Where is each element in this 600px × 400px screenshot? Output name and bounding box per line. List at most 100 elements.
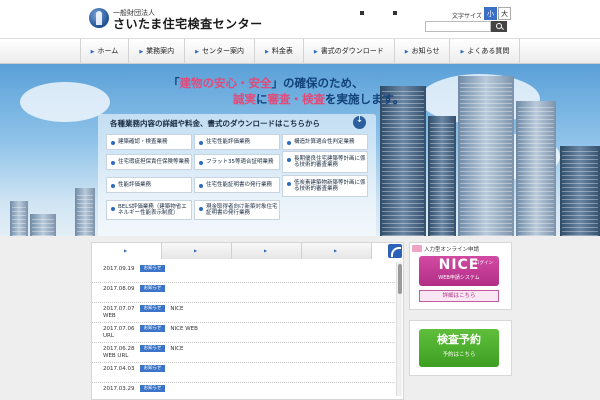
chevron-right-icon: ▶ (123, 248, 128, 253)
chevron-right-icon: ▶ (313, 49, 318, 55)
news-date: 2017.07.06 (103, 325, 135, 332)
list-item[interactable]: 2017.09.19 お知らせ (92, 263, 395, 283)
page: 一般財団法人 さいたま住宅検査センター 文字サイズ 小 大 ▶ ホーム ▶ 業務案内… (0, 0, 600, 400)
util-link-1[interactable] (360, 11, 366, 15)
nav-item-downloads[interactable]: ▶ 書式のダウンロード (304, 39, 395, 63)
nav-item-faq[interactable]: ▶ よくある質問 (450, 39, 521, 63)
tab-all[interactable]: ▶ (92, 243, 162, 259)
hero-title-line1: 「建物の安心・安全」の確保のため、 (168, 76, 364, 90)
tab-3[interactable]: ▶ (232, 243, 302, 259)
news-body: WEB URL (103, 353, 129, 359)
chevron-right-icon: ▶ (460, 49, 465, 55)
hero-banner: 「建物の安心・安全」の確保のため、 誠実に審査・検査を実施します。 各種業務内容… (0, 64, 600, 236)
inspection-reservation-button[interactable]: 検査予約 予約はこちら (419, 329, 499, 367)
chevron-right-icon: ▶ (404, 49, 409, 55)
font-size-large-button[interactable]: 大 (498, 7, 511, 20)
nav-item-home[interactable]: ▶ ホーム (79, 39, 130, 63)
building-image (75, 188, 95, 236)
news-tabs: ▶ ▶ ▶ ▶ (92, 243, 403, 259)
nav-item-services[interactable]: ▶ 業務案内 (129, 39, 186, 63)
building-image (516, 101, 556, 236)
nice-login-label: ログイン (475, 261, 493, 266)
building-image (30, 214, 56, 236)
chevron-right-icon: ▶ (265, 49, 269, 55)
pen-icon (412, 245, 422, 252)
nice-login-button[interactable]: ログイン NICE WEB申請システム (419, 256, 499, 286)
download-icon[interactable] (353, 115, 366, 129)
news-date: 2017.03.29 (103, 385, 135, 392)
font-size-label: 文字サイズ (452, 13, 482, 20)
news-badge: お知らせ (139, 345, 166, 352)
service-button-structural-calc[interactable]: 構造計算適合性判定業務 (282, 134, 368, 150)
service-button-defect-insurance[interactable]: 住宅瑕疵担保責任保険等業務 (106, 154, 192, 170)
service-button-bels[interactable]: BELS評価業務（建築物省エネルギー性能表示制度） (106, 200, 192, 220)
building-image (458, 76, 514, 236)
nice-subtitle: WEB申請システム (438, 275, 480, 281)
nav-item-about[interactable]: ▶ センター案内 (185, 39, 256, 63)
news-badge: お知らせ (139, 285, 166, 292)
org-name[interactable]: さいたま住宅検査センター (113, 15, 263, 32)
news-title[interactable]: NICE (170, 306, 183, 312)
header: 一般財団法人 さいたま住宅検査センター 文字サイズ 小 大 (0, 0, 600, 38)
news-scrollbar[interactable] (396, 262, 402, 396)
search-button[interactable] (491, 21, 507, 32)
list-item[interactable]: 2017.04.03 お知らせ (92, 363, 395, 383)
chevron-right-icon: ▶ (333, 248, 338, 253)
square-icon (393, 11, 397, 15)
service-button-performance-cert[interactable]: 住宅性能証明書の発行業務 (194, 177, 280, 193)
reservation-title: 検査予約 (437, 333, 481, 346)
list-item[interactable]: 2017.08.09 お知らせ (92, 283, 395, 303)
news-date: 2017.04.03 (103, 365, 135, 372)
service-button-housing-performance[interactable]: 住宅性能評価業務 (194, 134, 280, 150)
news-body: URL (103, 333, 114, 339)
global-nav: ▶ ホーム ▶ 業務案内 ▶ センター案内 ▶ 料金表 ▶ 書式のダウンロード ▶ お知らせ… (0, 38, 600, 64)
service-panel-heading: 各種業務内容の詳細や料金、書式のダウンロードはこちらから (110, 119, 320, 128)
building-image (10, 201, 28, 236)
tab-2[interactable]: ▶ (162, 243, 232, 259)
reservation-subtitle: 予約はこちら (442, 352, 476, 358)
building-image (428, 116, 456, 236)
news-panel: ▶ ▶ ▶ ▶ 2017.09.19 お知らせ 2017.08.09 お知らせ 20… (91, 242, 404, 400)
news-date: 2017.08.09 (103, 285, 135, 292)
font-size-small-button[interactable]: 小 (484, 7, 497, 20)
scroll-thumb[interactable] (398, 264, 402, 294)
news-badge: お知らせ (139, 365, 166, 372)
list-item[interactable]: 2017.06.28 お知らせ NICE WEB URL (92, 343, 395, 363)
news-date: 2017.06.28 (103, 345, 135, 352)
rss-icon[interactable] (388, 244, 402, 258)
nav-item-news[interactable]: ▶ お知らせ (395, 39, 451, 63)
service-button-cash-buyer-cert[interactable]: 現金取得者向け新築対象住宅証明書の発行業務 (194, 200, 280, 220)
news-badge: お知らせ (139, 265, 166, 272)
news-date: 2017.07.07 (103, 305, 135, 312)
news-title[interactable]: NICE (170, 346, 183, 352)
logo-icon[interactable] (89, 8, 109, 28)
util-link-2[interactable] (393, 11, 399, 15)
building-image (380, 86, 426, 236)
list-item[interactable]: 2017.07.06 お知らせ NICE WEB URL (92, 323, 395, 343)
news-date: 2017.09.19 (103, 265, 135, 272)
service-button-building-confirmation[interactable]: 建築確認・検査業務 (106, 134, 192, 150)
chevron-right-icon: ▶ (139, 49, 144, 55)
service-button-long-term-housing[interactable]: 長期優良住宅建築等計画に係る技術的審査業務 (282, 151, 368, 173)
chevron-right-icon: ▶ (90, 49, 95, 55)
news-list: 2017.09.19 お知らせ 2017.08.09 お知らせ 2017.07.07… (92, 263, 395, 399)
service-button-flat35[interactable]: フラット35等適合証明業務 (194, 154, 280, 170)
chevron-right-icon: ▶ (193, 248, 198, 253)
chevron-right-icon: ▶ (195, 49, 200, 55)
list-item[interactable]: 2017.07.07 お知らせ NICE WEB (92, 303, 395, 323)
service-button-performance-eval[interactable]: 性能評価業務 (106, 177, 192, 193)
service-panel: 各種業務内容の詳細や料金、書式のダウンロードはこちらから 建築確認・検査業務 住… (98, 114, 376, 236)
news-title[interactable]: NICE WEB (170, 326, 198, 332)
list-item[interactable]: 2017.03.29 お知らせ (92, 383, 395, 399)
chevron-right-icon: ▶ (263, 248, 268, 253)
square-icon (360, 11, 364, 15)
news-badge: お知らせ (139, 385, 166, 392)
service-button-low-carbon[interactable]: 低炭素建築物新築等計画に係る技術的審査業務 (282, 175, 368, 197)
nav-item-fees[interactable]: ▶ 料金表 (255, 39, 304, 63)
hero-title-line2: 誠実に審査・検査を実施します。 (233, 92, 405, 106)
search-input[interactable] (425, 21, 491, 32)
nice-detail-button[interactable]: 詳細はこちら (419, 290, 499, 302)
tab-4[interactable]: ▶ (302, 243, 372, 259)
news-badge: お知らせ (139, 305, 166, 312)
news-body: WEB (103, 313, 116, 319)
